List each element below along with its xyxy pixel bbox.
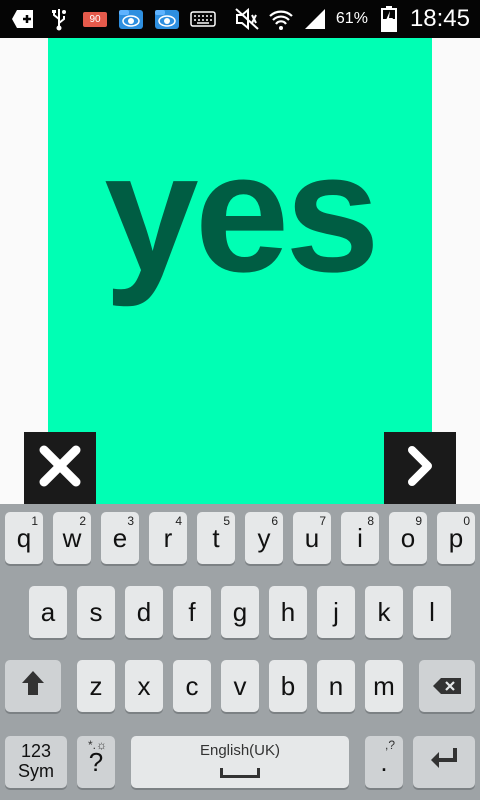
backspace-key[interactable] <box>419 660 475 712</box>
space-key-label: English(UK) <box>199 742 281 759</box>
chevron-right-icon <box>404 446 436 490</box>
key-o[interactable]: 9o <box>389 512 427 564</box>
key-y[interactable]: 6y <box>245 512 283 564</box>
badge-number: 90 <box>83 11 107 27</box>
shift-icon <box>20 669 46 704</box>
key-k-label: k <box>377 596 391 627</box>
key-e-label: e <box>112 522 128 553</box>
key-h[interactable]: h <box>269 586 307 638</box>
keyboard-icon <box>190 6 216 32</box>
key-c[interactable]: c <box>173 660 211 712</box>
key-x[interactable]: x <box>125 660 163 712</box>
key-i[interactable]: 8i <box>341 512 379 564</box>
key-b[interactable]: b <box>269 660 307 712</box>
key-e[interactable]: 3e <box>101 512 139 564</box>
plus-box-icon <box>10 6 36 32</box>
key-j-label: j <box>333 596 339 627</box>
key-e-sub: 3 <box>127 514 134 528</box>
key-s[interactable]: s <box>77 586 115 638</box>
key-t[interactable]: 5t <box>197 512 235 564</box>
signal-icon <box>302 6 328 32</box>
sym-key-line1: 123 <box>20 741 52 762</box>
key-v[interactable]: v <box>221 660 259 712</box>
flashcard-word: yes <box>104 118 380 308</box>
key-r-label: r <box>163 522 173 553</box>
question-key[interactable]: *.☼ ? <box>77 736 115 788</box>
key-y-label: y <box>257 522 271 553</box>
flashcard[interactable]: yes <box>48 38 432 504</box>
key-z-label: z <box>89 670 103 701</box>
period-key[interactable]: ,? . <box>365 736 403 788</box>
key-d-label: d <box>136 596 152 627</box>
key-j[interactable]: j <box>317 586 355 638</box>
key-a-label: a <box>40 596 56 627</box>
key-p-sub: 0 <box>463 514 470 528</box>
key-l-label: l <box>429 596 435 627</box>
es-file-icon <box>154 6 180 32</box>
key-p[interactable]: 0p <box>437 512 475 564</box>
space-bar-icon <box>220 768 260 778</box>
key-b-label: b <box>280 670 296 701</box>
close-icon <box>38 444 82 492</box>
key-m-label: m <box>373 670 395 701</box>
key-s-label: s <box>89 596 103 627</box>
status-bar: 90 61% 18:45 <box>0 0 480 38</box>
key-t-label: t <box>212 522 220 553</box>
key-o-label: o <box>400 522 416 553</box>
content-area: yes <box>0 38 480 504</box>
key-a[interactable]: a <box>29 586 67 638</box>
mute-icon <box>234 6 260 32</box>
key-w[interactable]: 2w <box>53 512 91 564</box>
key-i-label: i <box>357 522 363 553</box>
clock: 18:45 <box>409 5 470 32</box>
key-r[interactable]: 4r <box>149 512 187 564</box>
key-h-label: h <box>280 596 296 627</box>
key-f[interactable]: f <box>173 586 211 638</box>
key-p-label: p <box>448 522 464 553</box>
key-u-sub: 7 <box>319 514 326 528</box>
key-k[interactable]: k <box>365 586 403 638</box>
key-y-sub: 6 <box>271 514 278 528</box>
next-button[interactable] <box>384 432 456 504</box>
key-i-sub: 8 <box>367 514 374 528</box>
key-w-sub: 2 <box>79 514 86 528</box>
key-v-label: v <box>233 670 247 701</box>
key-q-sub: 1 <box>31 514 38 528</box>
sym-key-line2: Sym <box>18 761 54 781</box>
key-r-sub: 4 <box>175 514 182 528</box>
wifi-icon <box>268 6 294 32</box>
enter-key[interactable] <box>413 736 475 788</box>
question-key-sub: *.☼ <box>87 738 107 752</box>
on-screen-keyboard: 1q 2w 3e 4r 5t 6y 7u 8i 9o 0p a s d f g … <box>0 504 480 800</box>
key-t-sub: 5 <box>223 514 230 528</box>
key-n-label: n <box>328 670 344 701</box>
key-x-label: x <box>137 670 151 701</box>
usb-icon <box>46 6 72 32</box>
space-key[interactable]: English(UK) <box>131 736 349 788</box>
battery-charging-icon <box>376 6 402 32</box>
battery-percent: 61% <box>335 10 368 27</box>
period-key-sub: ,? <box>384 738 395 752</box>
enter-icon <box>427 746 461 779</box>
es-file-icon <box>118 6 144 32</box>
key-d[interactable]: d <box>125 586 163 638</box>
notification-badge: 90 <box>82 6 108 32</box>
key-u-label: u <box>304 522 320 553</box>
shift-key[interactable] <box>5 660 61 712</box>
key-g-label: g <box>232 596 248 627</box>
key-m[interactable]: m <box>365 660 403 712</box>
sym-key[interactable]: 123 Sym <box>5 736 67 788</box>
key-n[interactable]: n <box>317 660 355 712</box>
key-o-sub: 9 <box>415 514 422 528</box>
key-f-label: f <box>188 596 196 627</box>
key-g[interactable]: g <box>221 586 259 638</box>
key-u[interactable]: 7u <box>293 512 331 564</box>
key-l[interactable]: l <box>413 586 451 638</box>
key-c-label: c <box>185 670 199 701</box>
backspace-icon <box>432 671 462 702</box>
key-q-label: q <box>16 522 32 553</box>
key-q[interactable]: 1q <box>5 512 43 564</box>
close-button[interactable] <box>24 432 96 504</box>
key-z[interactable]: z <box>77 660 115 712</box>
